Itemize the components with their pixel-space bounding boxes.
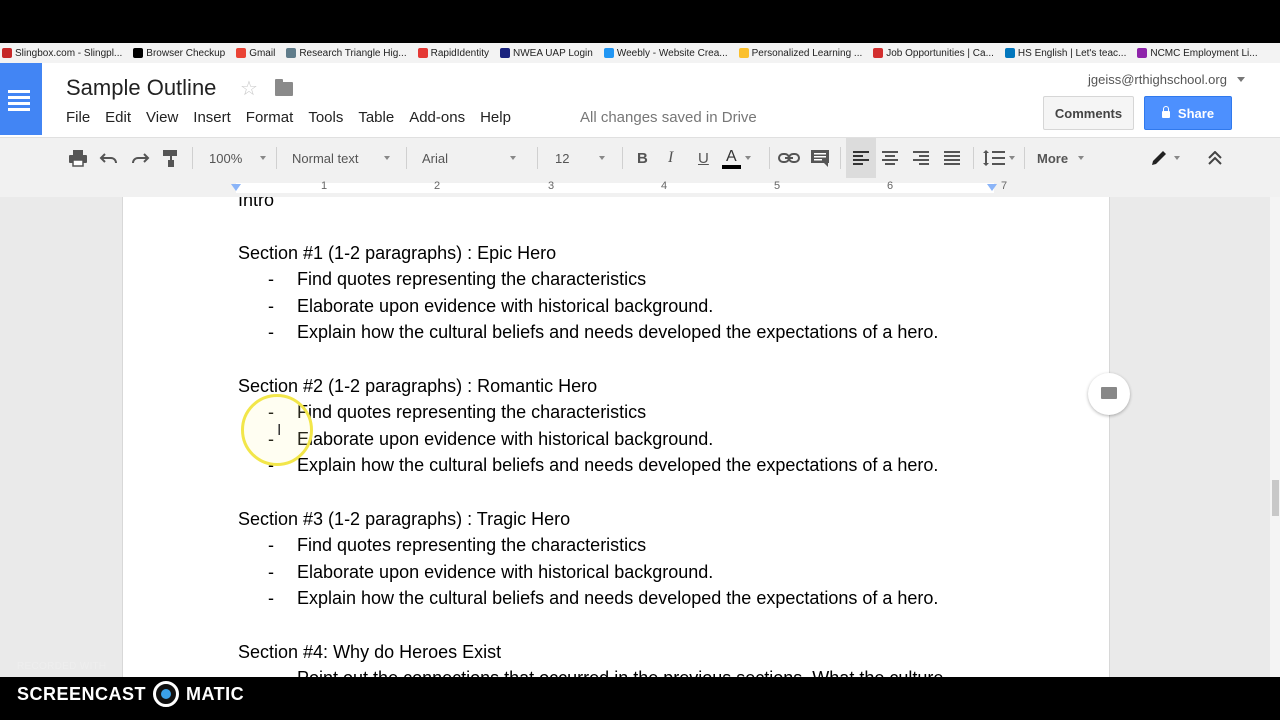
- intro-line[interactable]: Intro: [238, 197, 274, 211]
- menu-help[interactable]: Help: [480, 109, 511, 126]
- screencast-logo-icon: [153, 681, 180, 707]
- section-heading[interactable]: Section #1 (1-2 paragraphs) : Epic Hero: [238, 243, 556, 264]
- bookmark-4[interactable]: RapidIdentity: [416, 48, 489, 59]
- folder-icon[interactable]: [275, 79, 293, 96]
- insert-link-icon[interactable]: [778, 138, 800, 178]
- align-right-icon[interactable]: [913, 138, 929, 178]
- menu-view[interactable]: View: [146, 109, 178, 126]
- bookmark-10[interactable]: NCMC Employment Li...: [1135, 48, 1258, 59]
- menu-tools[interactable]: Tools: [308, 109, 343, 126]
- insert-comment-icon[interactable]: [810, 138, 830, 178]
- bookmark-favicon-icon: [738, 48, 749, 58]
- bookmark-favicon-icon: [499, 48, 510, 58]
- menu-table[interactable]: Table: [358, 109, 394, 126]
- text-color-button[interactable]: A: [722, 138, 751, 178]
- user-email[interactable]: jgeiss@rthighschool.org: [1088, 72, 1227, 87]
- document-title[interactable]: Sample Outline: [66, 75, 216, 101]
- docs-home-icon[interactable]: [0, 63, 42, 135]
- line-spacing-icon[interactable]: [983, 138, 1015, 178]
- bookmark-favicon-icon: [236, 48, 247, 58]
- bookmark-favicon-icon: [286, 48, 297, 58]
- italic-button[interactable]: I: [668, 138, 673, 178]
- section-heading[interactable]: Section #2 (1-2 paragraphs) : Romantic H…: [238, 376, 597, 397]
- docs-header: Sample Outline ☆ File Edit View Insert F…: [0, 63, 1280, 137]
- comment-icon: [1101, 387, 1117, 399]
- save-status[interactable]: All changes saved in Drive: [580, 109, 757, 126]
- print-icon[interactable]: [68, 138, 88, 178]
- bookmark-6[interactable]: Weebly - Website Crea...: [602, 48, 728, 59]
- section-heading[interactable]: Section #3 (1-2 paragraphs) : Tragic Her…: [238, 509, 570, 530]
- paint-format-icon[interactable]: [162, 138, 180, 178]
- bookmark-favicon-icon: [873, 48, 884, 58]
- bookmark-3[interactable]: Research Triangle Hig...: [284, 48, 407, 59]
- screencast-o-matic-watermark: SCREENCAST MATIC: [17, 681, 244, 707]
- align-left-icon[interactable]: [846, 138, 876, 178]
- star-icon[interactable]: ☆: [240, 76, 258, 101]
- bookmark-1[interactable]: Browser Checkup: [131, 48, 225, 59]
- justify-icon[interactable]: [944, 138, 960, 178]
- formatting-toolbar: 100% Normal text Arial 12 B I U A More: [0, 137, 1280, 179]
- share-button[interactable]: Share: [1144, 96, 1232, 130]
- video-top-bar: [0, 0, 1280, 43]
- bookmark-2[interactable]: Gmail: [234, 48, 275, 59]
- menu-bar: File Edit View Insert Format Tools Table…: [66, 109, 526, 126]
- font-size-select[interactable]: 12: [555, 138, 606, 178]
- add-comment-float-button[interactable]: [1088, 373, 1130, 415]
- style-select[interactable]: Normal text: [292, 138, 391, 178]
- menu-insert[interactable]: Insert: [193, 109, 231, 126]
- bookmark-7[interactable]: Personalized Learning ...: [737, 48, 862, 59]
- undo-icon[interactable]: [99, 138, 119, 178]
- bookmark-9[interactable]: HS English | Let's teac...: [1003, 48, 1126, 59]
- bookmark-favicon-icon: [603, 48, 614, 58]
- watermark-recorded-with: RECORDED WITH: [17, 661, 107, 672]
- bookmark-favicon-icon: [133, 48, 144, 58]
- zoom-select[interactable]: 100%: [209, 138, 267, 178]
- bookmark-favicon-icon: [1004, 48, 1015, 58]
- editing-mode-pencil-icon[interactable]: [1150, 138, 1180, 178]
- document-canvas: Intro Section #1 (1-2 paragraphs) : Epic…: [0, 197, 1270, 677]
- bookmark-5[interactable]: NWEA UAP Login: [498, 48, 593, 59]
- menu-file[interactable]: File: [66, 109, 90, 126]
- more-button[interactable]: More: [1037, 138, 1085, 178]
- align-center-icon[interactable]: [882, 138, 898, 178]
- scrollbar-thumb[interactable]: [1272, 480, 1279, 516]
- collapse-chevron-up-icon[interactable]: [1207, 138, 1223, 178]
- bookmark-favicon-icon: [417, 48, 428, 58]
- bold-button[interactable]: B: [637, 138, 648, 178]
- right-indent-marker[interactable]: [987, 184, 997, 191]
- bookmark-8[interactable]: Job Opportunities | Ca...: [871, 48, 994, 59]
- bookmark-favicon-icon: [1137, 48, 1148, 58]
- bookmark-favicon-icon: [2, 48, 12, 58]
- menu-format[interactable]: Format: [246, 109, 294, 126]
- comments-button[interactable]: Comments: [1043, 96, 1134, 130]
- account-caret-icon[interactable]: [1237, 77, 1245, 82]
- vertical-scrollbar[interactable]: [1270, 197, 1280, 677]
- menu-edit[interactable]: Edit: [105, 109, 131, 126]
- ruler[interactable]: 1 2 3 4 5 6 7: [0, 178, 1280, 197]
- font-select[interactable]: Arial: [422, 138, 517, 178]
- left-indent-marker[interactable]: [231, 184, 241, 191]
- bookmarks-bar: Slingbox.com - Slingpl... Browser Checku…: [0, 43, 1280, 64]
- lock-icon: [1161, 105, 1170, 118]
- section-heading[interactable]: Section #4: Why do Heroes Exist: [238, 642, 501, 663]
- underline-button[interactable]: U: [698, 138, 709, 178]
- redo-icon[interactable]: [130, 138, 150, 178]
- menu-addons[interactable]: Add-ons: [409, 109, 465, 126]
- text-cursor-icon: I: [277, 422, 282, 439]
- bookmark-0[interactable]: Slingbox.com - Slingpl...: [0, 48, 122, 59]
